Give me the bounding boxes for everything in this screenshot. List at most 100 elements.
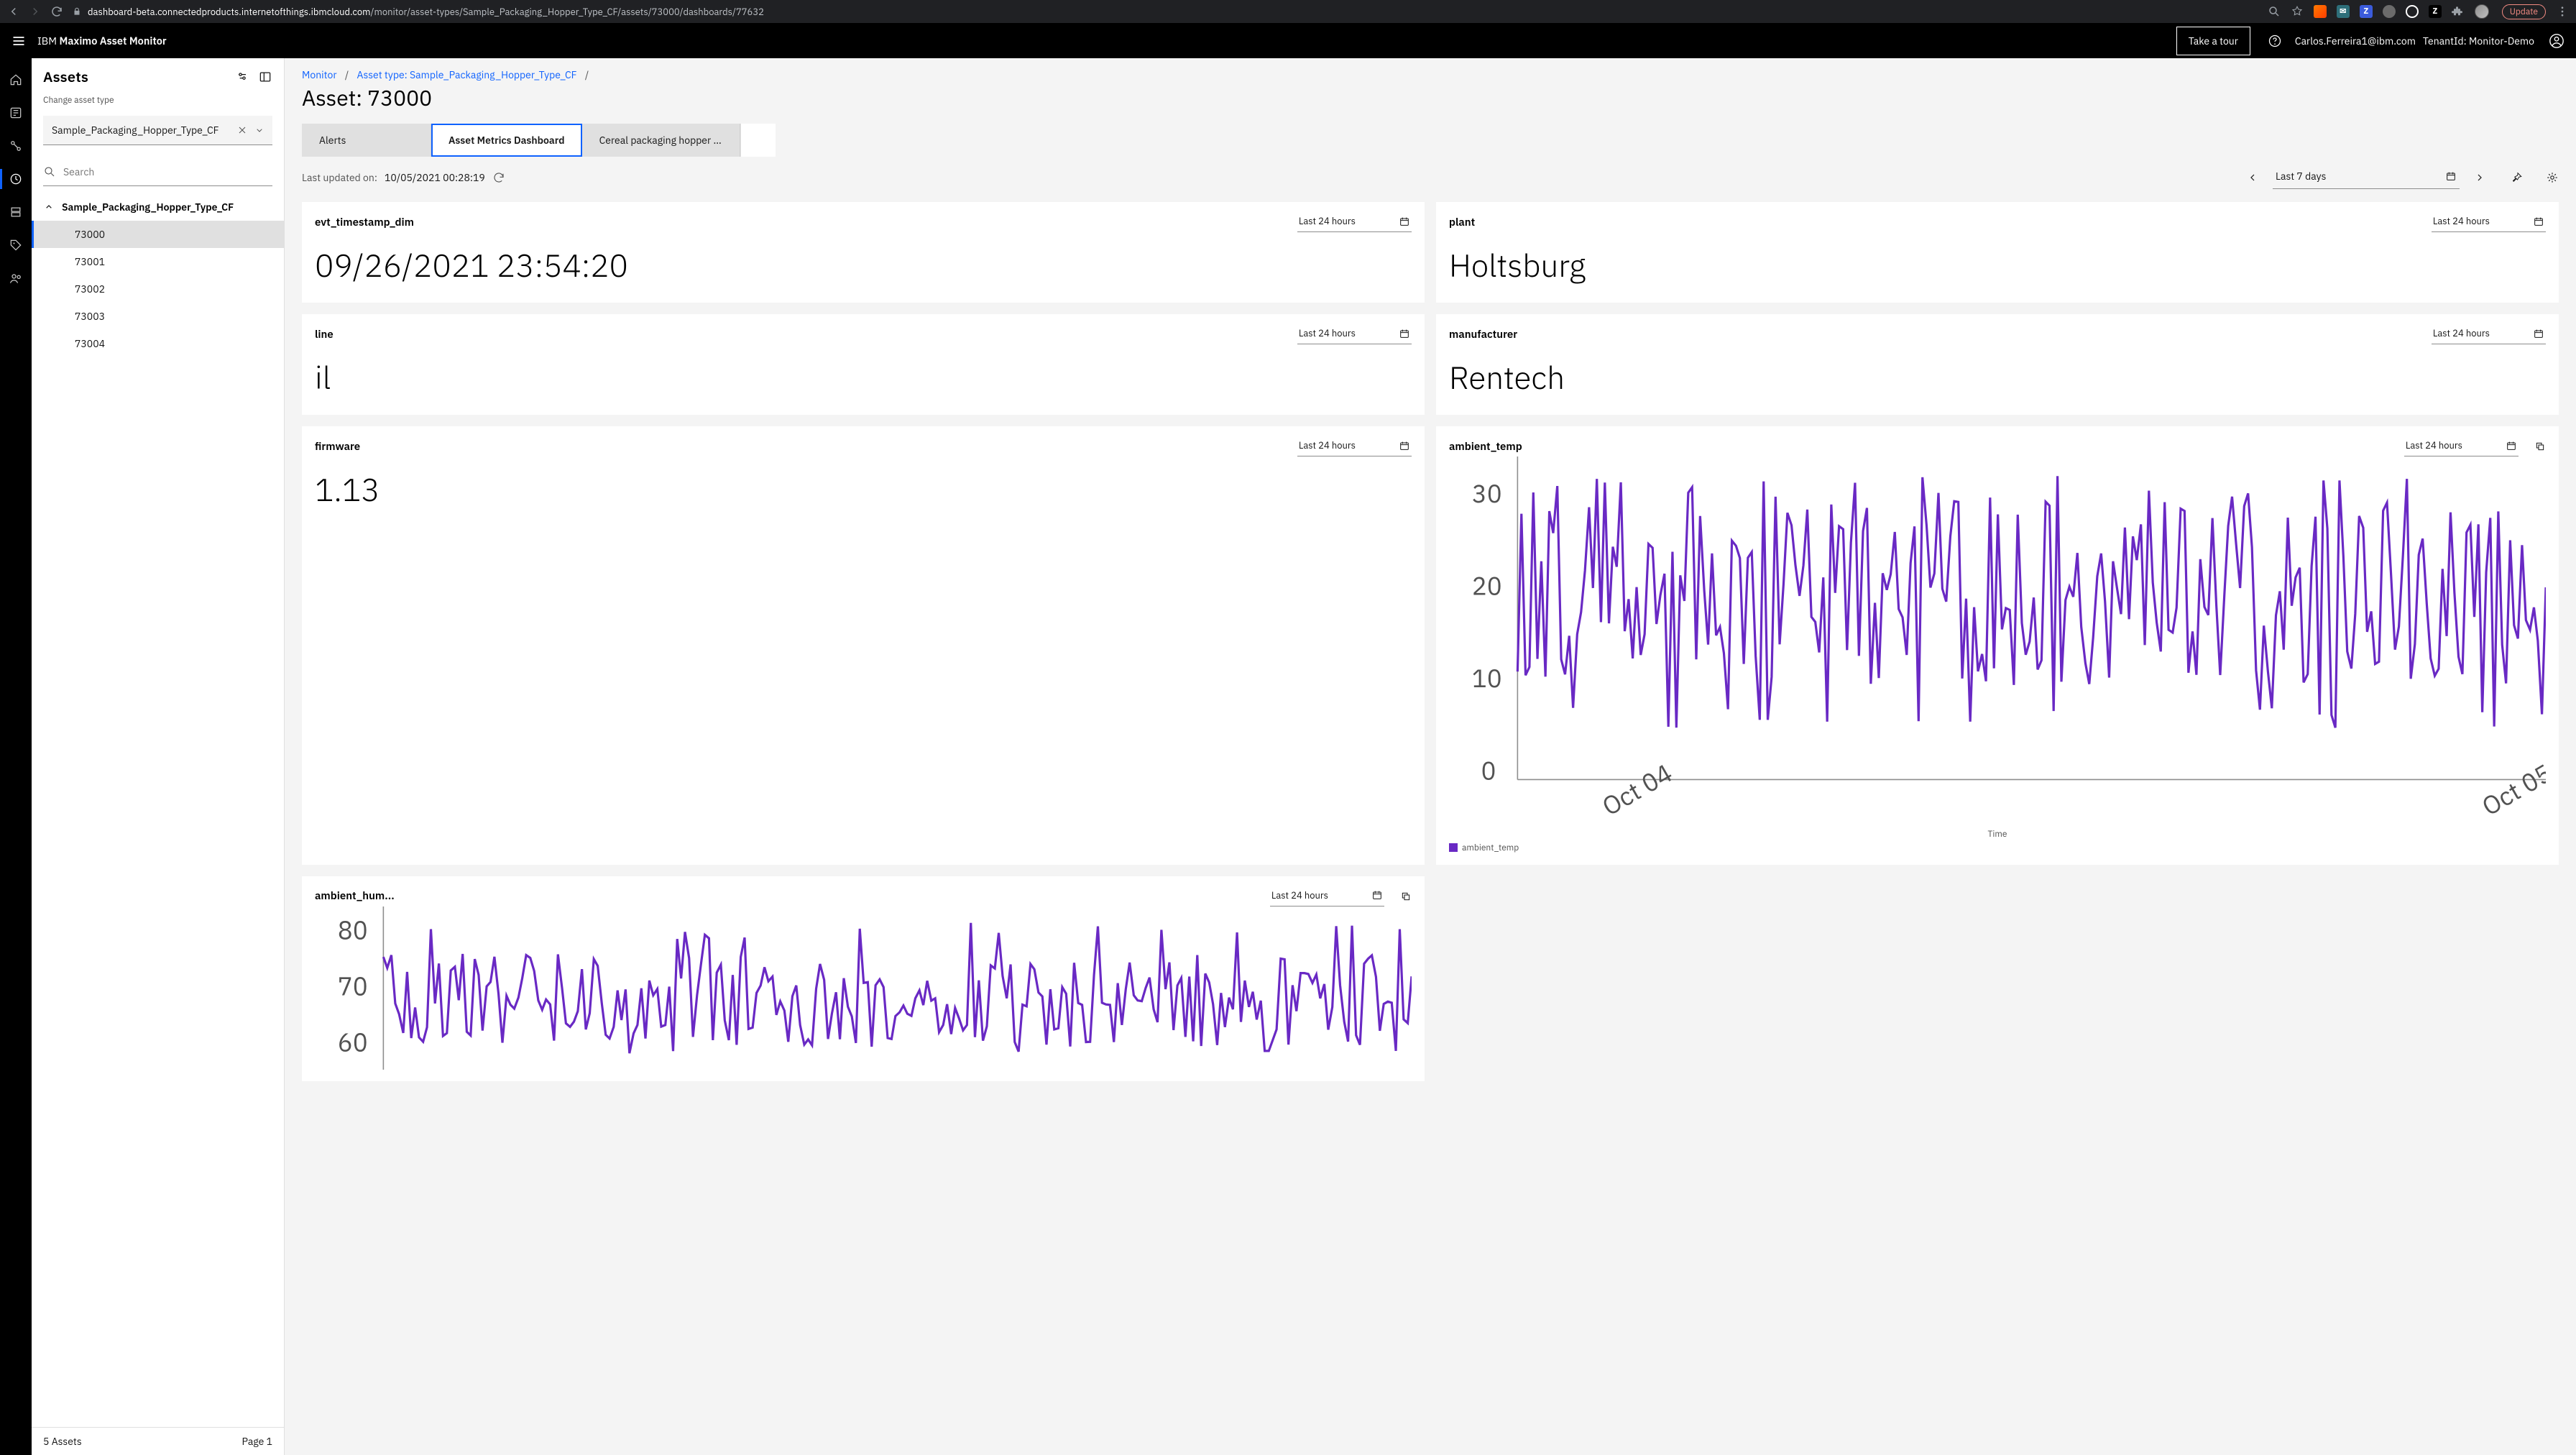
ext-icon-1[interactable] [2314,5,2327,18]
tree-parent[interactable]: Sample_Packaging_Hopper_Type_CF [32,193,284,221]
filter-icon[interactable] [235,70,249,84]
search-icon [43,165,56,178]
range-prev-icon[interactable] [2245,170,2260,185]
asset-item-73002[interactable]: 73002 [32,275,284,303]
range-next-icon[interactable] [2472,170,2487,185]
ext-icon-5[interactable] [2406,5,2419,18]
asset-item-73000[interactable]: 73000 [32,221,284,248]
asset-type-select[interactable]: Sample_Packaging_Hopper_Type_CF [43,116,272,145]
asset-search[interactable] [43,160,272,186]
page-title: Asset: 73000 [302,84,2559,112]
card-range-picker[interactable]: Last 24 hours [1270,886,1384,906]
asset-item-73001[interactable]: 73001 [32,248,284,275]
dashboard-tabs: Alerts Asset Metrics Dashboard Cereal pa… [302,124,2559,157]
gear-icon[interactable] [2546,171,2559,184]
app-brand: IBM Maximo Asset Monitor [37,34,167,47]
search-input[interactable] [63,165,272,178]
assets-side-panel: Assets Change asset type Sample_Packagin… [32,58,285,1455]
browser-menu-icon[interactable] [2556,5,2569,18]
asset-item-73004[interactable]: 73004 [32,330,284,357]
calendar-icon [1399,216,1410,227]
asset-tree: Sample_Packaging_Hopper_Type_CF 73000 73… [32,186,284,1427]
take-tour-button[interactable]: Take a tour [2176,27,2250,55]
chevron-down-icon[interactable] [254,124,265,136]
card-range-picker[interactable]: Last 24 hours [1297,324,1412,344]
browser-reload-icon[interactable] [50,5,63,18]
zoom-icon[interactable] [2268,5,2281,18]
expand-icon[interactable] [2534,441,2546,452]
global-range-picker[interactable]: Last 7 days [2245,165,2487,189]
svg-text:Oct 04: Oct 04 [1596,756,1678,823]
card-title: evt_timestamp_dim [315,216,1290,229]
clear-select-icon[interactable] [236,124,248,136]
svg-text:70: 70 [338,969,368,1003]
side-panel-title: Assets [43,67,226,86]
user-avatar-icon[interactable] [2549,33,2564,49]
lock-icon [72,6,82,17]
calendar-icon[interactable] [2445,170,2457,182]
breadcrumb: Monitor / Asset type: Sample_Packaging_H… [302,68,2559,81]
ambient-hum-chart: 80 70 60 [315,906,1412,1070]
tab-cereal-summary[interactable]: Cereal packaging hopper sum... [582,124,740,157]
card-title: line [315,328,1290,341]
ext-icon-2[interactable]: ✉ [2337,5,2350,18]
tab-asset-metrics[interactable]: Asset Metrics Dashboard [431,124,582,157]
ext-icon-3[interactable]: Z [2360,5,2373,18]
card-title: manufacturer [1449,328,2424,341]
card-range-picker[interactable]: Last 24 hours [2432,212,2546,232]
help-icon[interactable] [2268,34,2282,48]
rail-users-icon[interactable] [4,267,27,290]
rail-storage-icon[interactable] [4,201,27,224]
pin-icon[interactable] [2510,171,2523,184]
calendar-icon [2506,440,2517,451]
page-indicator: Page 1 [242,1435,272,1448]
svg-text:80: 80 [338,913,368,947]
browser-update-button[interactable]: Update [2502,4,2546,19]
browser-back-icon[interactable] [7,5,20,18]
card-title: firmware [315,440,1290,454]
address-bar[interactable]: dashboard-beta.connectedproducts.interne… [72,6,2253,18]
url-host: dashboard-beta.connectedproducts.interne… [88,6,371,18]
rail-tag-icon[interactable] [4,234,27,257]
rail-data-icon[interactable] [4,101,27,124]
card-value: il [315,357,1412,398]
extensions-puzzle-icon[interactable] [2452,5,2465,18]
card-range-picker[interactable]: Last 24 hours [1297,436,1412,456]
refresh-icon[interactable] [492,171,505,184]
crumb-monitor[interactable]: Monitor [302,68,337,81]
bookmark-star-icon[interactable] [2291,5,2304,18]
browser-forward-icon[interactable] [29,5,42,18]
card-title: ambient_hum... [315,889,1263,903]
svg-text:60: 60 [338,1025,368,1059]
rail-home-icon[interactable] [4,68,27,91]
calendar-icon [1399,440,1410,451]
expand-icon[interactable] [1400,891,1412,902]
svg-text:Oct 05: Oct 05 [2476,756,2546,823]
browser-chrome: dashboard-beta.connectedproducts.interne… [0,0,2576,23]
last-updated-label: Last updated on: [302,171,377,184]
crumb-asset-type[interactable]: Asset type: Sample_Packaging_Hopper_Type… [357,68,577,81]
rail-link-icon[interactable] [4,134,27,157]
ext-icon-6[interactable]: Z [2429,5,2442,18]
chevron-up-icon [43,201,55,213]
card-range-picker[interactable]: Last 24 hours [1297,212,1412,232]
card-line: line Last 24 hours il [302,314,1425,415]
card-range-picker[interactable]: Last 24 hours [2432,324,2546,344]
asset-item-73003[interactable]: 73003 [32,303,284,330]
card-ambient-hum: ambient_hum... Last 24 hours 80 70 60 [302,876,1425,1082]
hamburger-menu-icon[interactable] [12,34,26,48]
main-content: Monitor / Asset type: Sample_Packaging_H… [285,58,2576,1455]
card-value: Rentech [1449,357,2546,398]
card-range-picker[interactable]: Last 24 hours [2404,436,2518,456]
profile-avatar-icon[interactable] [2475,4,2489,19]
rail-monitor-icon[interactable] [4,167,27,191]
ext-icon-4[interactable] [2383,5,2396,18]
chart-legend: ambient_temp [1449,843,2546,853]
card-value: 1.13 [315,469,1412,510]
calendar-icon [1371,889,1383,901]
user-email: Carlos.Ferreira1@ibm.com [2295,35,2416,47]
tab-alerts[interactable]: Alerts [302,124,431,157]
collapse-panel-icon[interactable] [258,70,272,84]
tab-add[interactable] [740,124,776,157]
global-range-value: Last 7 days [2276,170,2326,183]
